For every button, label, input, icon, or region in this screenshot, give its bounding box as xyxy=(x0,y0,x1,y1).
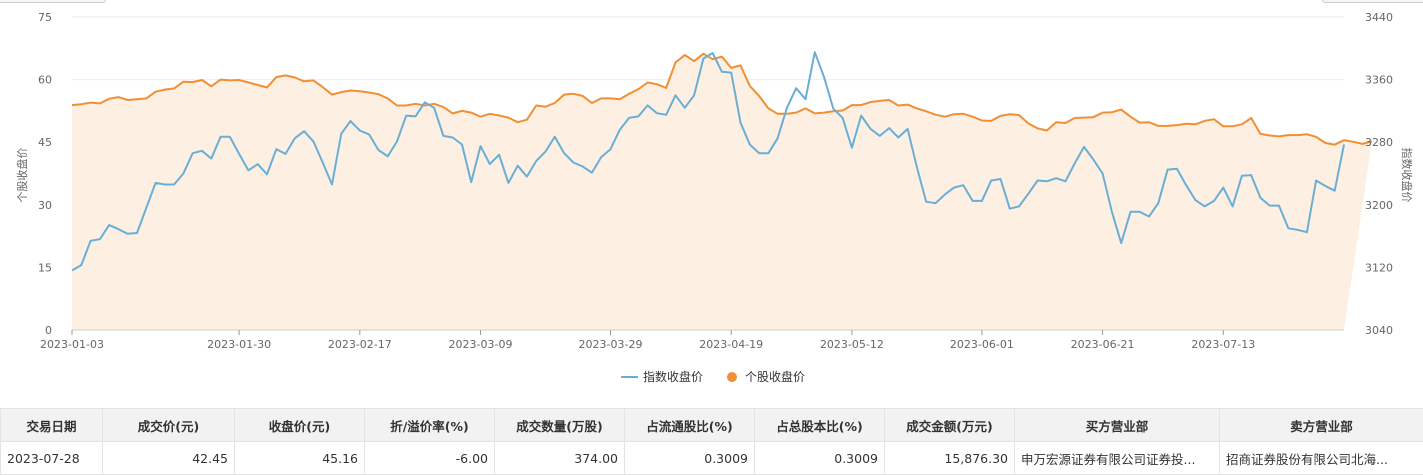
x-tick-label: 2023-03-29 xyxy=(579,338,643,351)
x-tick-label: 2023-04-19 xyxy=(699,338,763,351)
cell-deal-price: 42.45 xyxy=(103,442,235,475)
right-tick-label: 3440 xyxy=(1365,11,1393,24)
left-tick-label: 60 xyxy=(38,74,52,87)
header-premium-rate[interactable]: 折/溢价率(%) xyxy=(365,409,495,442)
left-tick-label: 75 xyxy=(38,11,52,24)
block-trade-table: 交易日期 成交价(元) 收盘价(元) 折/溢价率(%) 成交数量(万股) 占流通… xyxy=(0,408,1423,475)
left-tick-label: 45 xyxy=(38,136,52,149)
x-tick-label: 2023-06-21 xyxy=(1071,338,1135,351)
header-deal-price[interactable]: 成交价(元) xyxy=(103,409,235,442)
right-tick-label: 3040 xyxy=(1365,324,1393,337)
header-float-ratio[interactable]: 占流通股比(%) xyxy=(625,409,755,442)
cell-volume: 374.00 xyxy=(495,442,625,475)
right-tick-label: 3360 xyxy=(1365,74,1393,87)
legend-index-label: 指数收盘价 xyxy=(643,369,703,384)
x-tick-label: 2023-05-12 xyxy=(820,338,884,351)
cell-close-price: 45.16 xyxy=(235,442,365,475)
cell-buyer[interactable]: 申万宏源证券有限公司证券投... xyxy=(1015,442,1220,475)
legend-item-index[interactable]: 指数收盘价 xyxy=(621,369,703,384)
cell-seller[interactable]: 招商证券股份有限公司北海... xyxy=(1220,442,1423,475)
cell-total-ratio: 0.3009 xyxy=(755,442,885,475)
header-seller[interactable]: 卖方营业部 xyxy=(1220,409,1423,442)
cell-amount: 15,876.30 xyxy=(885,442,1015,475)
right-tick-label: 3280 xyxy=(1365,136,1393,149)
legend-item-stock[interactable]: 个股收盘价 xyxy=(727,369,805,384)
right-tick-label: 3120 xyxy=(1365,261,1393,274)
cell-float-ratio: 0.3009 xyxy=(625,442,755,475)
legend-stock-label: 个股收盘价 xyxy=(745,369,805,384)
stock-price-area xyxy=(72,54,1372,330)
header-amount[interactable]: 成交金额(万元) xyxy=(885,409,1015,442)
right-tick-label: 3200 xyxy=(1365,199,1393,212)
legend: 指数收盘价 个股收盘价 xyxy=(621,369,805,384)
x-tick-label: 2023-01-30 xyxy=(207,338,271,351)
cell-trade-date: 2023-07-28 xyxy=(1,442,103,475)
x-tick-label: 2023-06-01 xyxy=(950,338,1014,351)
x-tick-label: 2023-07-13 xyxy=(1191,338,1255,351)
legend-stock-swatch xyxy=(727,372,737,382)
left-axis-title: 个股收盘价 xyxy=(15,148,29,203)
x-tick-label: 2023-01-03 xyxy=(40,338,104,351)
left-tick-label: 0 xyxy=(45,324,52,337)
table-header-row: 交易日期 成交价(元) 收盘价(元) 折/溢价率(%) 成交数量(万股) 占流通… xyxy=(1,409,1423,442)
header-volume[interactable]: 成交数量(万股) xyxy=(495,409,625,442)
right-axis-title: 指数收盘价 xyxy=(1400,148,1414,203)
price-chart: 0 15 30 45 60 75 3040 3120 3200 3280 3360 3440 2023-… xyxy=(0,0,1423,400)
header-total-ratio[interactable]: 占总股本比(%) xyxy=(755,409,885,442)
header-buyer[interactable]: 买方营业部 xyxy=(1015,409,1220,442)
x-tick-label: 2023-03-09 xyxy=(449,338,513,351)
header-close-price[interactable]: 收盘价(元) xyxy=(235,409,365,442)
stock-price-fill xyxy=(72,54,1372,330)
cell-premium-rate: -6.00 xyxy=(365,442,495,475)
header-trade-date[interactable]: 交易日期 xyxy=(1,409,103,442)
left-tick-label: 15 xyxy=(38,261,52,274)
table-row: 2023-07-28 42.45 45.16 -6.00 374.00 0.30… xyxy=(1,442,1423,475)
x-tick-label: 2023-02-17 xyxy=(328,338,392,351)
left-tick-label: 30 xyxy=(38,199,52,212)
